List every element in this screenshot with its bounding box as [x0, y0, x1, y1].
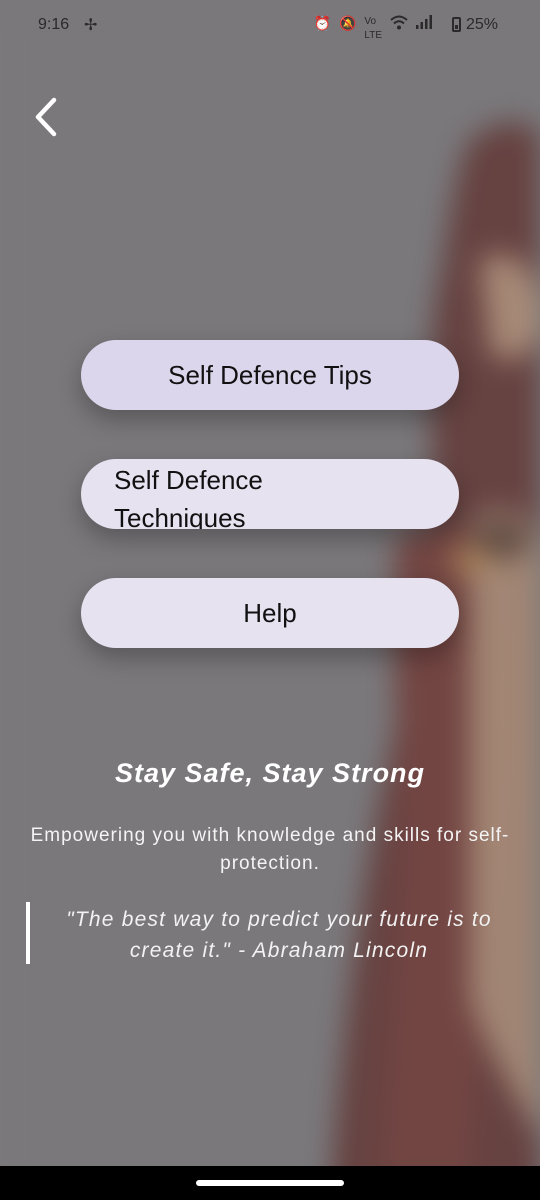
status-time: 9:16 [38, 16, 70, 33]
self-defence-tips-button[interactable]: Self Defence Tips [81, 340, 459, 410]
self-defence-tips-label: Self Defence Tips [168, 359, 372, 390]
subtitle: Empowering you with knowledge and skills… [30, 825, 510, 874]
alarm-icon: ⏰ [313, 15, 331, 31]
app-screen: 9:16 ✢ ⏰ 🔕 Vo LTE 25% Self Defence Tips … [0, 0, 540, 1200]
system-nav-bar [0, 1166, 540, 1200]
tagline: Stay Safe, Stay Strong [114, 758, 426, 788]
self-defence-techniques-label: Self Defence Techniques [114, 465, 263, 529]
battery-percent: 25% [466, 16, 499, 33]
back-button[interactable] [28, 96, 68, 140]
quote-bar [26, 902, 30, 964]
fan-icon: ✢ [84, 17, 98, 34]
self-defence-techniques-button[interactable]: Self Defence Techniques [81, 459, 459, 529]
signal-icon [416, 15, 432, 43]
chevron-left-icon [35, 97, 57, 137]
battery-icon [452, 17, 461, 32]
volte-icon: Vo LTE [364, 16, 382, 41]
bell-off-icon: 🔕 [338, 15, 357, 31]
wifi-icon [390, 15, 408, 43]
help-button[interactable]: Help [81, 578, 459, 648]
help-label: Help [243, 597, 297, 628]
status-icons: ⏰ 🔕 Vo LTE [314, 15, 432, 43]
home-gesture-bar[interactable] [196, 1180, 344, 1186]
status-bar: 9:16 ✢ ⏰ 🔕 Vo LTE 25% [0, 0, 540, 52]
quote-text: "The best way to predict your future is … [66, 908, 492, 962]
